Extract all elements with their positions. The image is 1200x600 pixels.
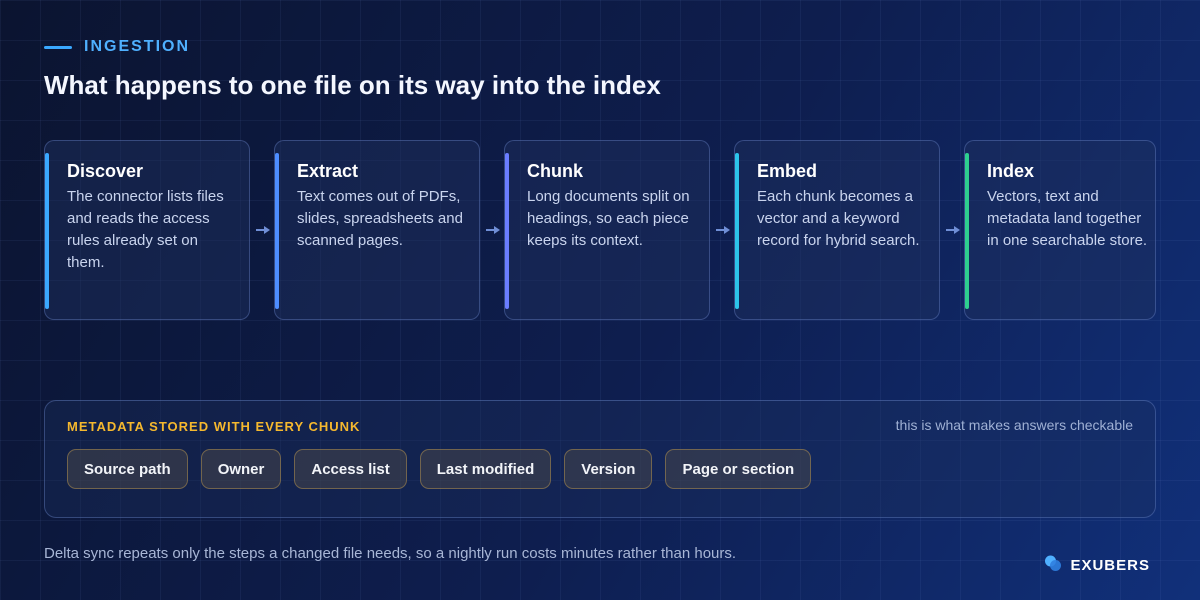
chip-access-list: Access list (294, 449, 407, 489)
footer-note: Delta sync repeats only the steps a chan… (44, 545, 737, 562)
brand-logo: EXUBERS (1044, 554, 1150, 577)
section-eyebrow: INGESTION (44, 38, 190, 56)
arrow-icon (256, 224, 270, 236)
step-description: Vectors, text and metadata land together… (987, 188, 1148, 249)
arrow-icon (946, 224, 960, 236)
step-embed: Embed Each chunk becomes a vector and a … (734, 140, 940, 320)
step-name: Index (987, 161, 1035, 181)
eyebrow-label: INGESTION (84, 38, 191, 55)
chip-owner: Owner (200, 449, 282, 489)
step-accent (965, 153, 969, 309)
step-chunk: Chunk Long documents split on headings, … (504, 140, 710, 320)
step-description: Text comes out of PDFs, slides, spreadsh… (297, 188, 463, 249)
step-index: Index Vectors, text and metadata land to… (964, 140, 1156, 320)
step-name: Extract (297, 161, 359, 181)
metadata-label: METADATA STORED WITH EVERY CHUNK (67, 419, 361, 434)
page-title: What happens to one file on its way into… (44, 70, 661, 100)
metadata-chips: Source path Owner Access list Last modif… (67, 449, 812, 489)
step-accent (735, 153, 739, 309)
arrow-icon (716, 224, 730, 236)
step-accent (45, 153, 49, 309)
step-accent (275, 153, 279, 309)
step-accent (505, 153, 509, 309)
chip-version: Version (564, 449, 653, 489)
arrow-icon (486, 224, 500, 236)
step-description: Each chunk becomes a vector and a keywor… (757, 188, 920, 249)
step-description: The connector lists files and reads the … (67, 188, 224, 271)
step-description: Long documents split on headings, so eac… (527, 188, 690, 249)
step-extract: Extract Text comes out of PDFs, slides, … (274, 140, 480, 320)
step-name: Discover (67, 161, 144, 181)
step-name: Chunk (527, 161, 583, 181)
chip-source-path: Source path (67, 449, 188, 489)
chip-last-modified: Last modified (419, 449, 552, 489)
step-name: Embed (757, 161, 818, 181)
brand-name: EXUBERS (1070, 557, 1150, 574)
eyebrow-bar (44, 45, 72, 49)
droplets-icon (1044, 554, 1062, 577)
step-discover: Discover The connector lists files and r… (44, 140, 250, 320)
chip-page-or-section: Page or section (665, 449, 812, 489)
metadata-note: this is what makes answers checkable (895, 417, 1133, 433)
metadata-panel: METADATA STORED WITH EVERY CHUNK this is… (44, 400, 1156, 518)
pipeline-steps: Discover The connector lists files and r… (44, 140, 1156, 320)
